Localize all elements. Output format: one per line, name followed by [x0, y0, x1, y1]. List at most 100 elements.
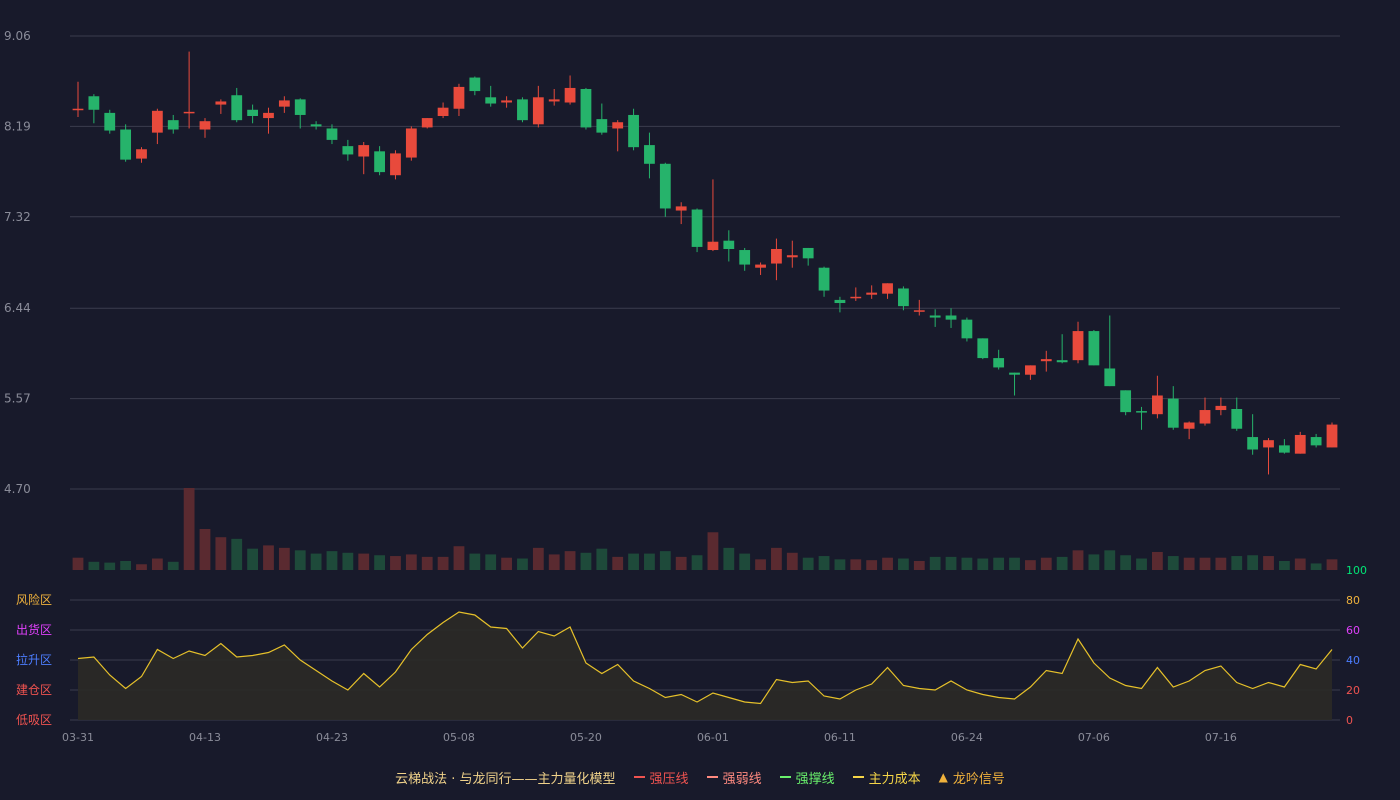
candle-body: [802, 247, 814, 259]
price-tick-label: 5.57: [4, 392, 31, 406]
volume-bar: [136, 564, 147, 570]
volume-bar: [882, 557, 893, 570]
volume-bar: [802, 557, 814, 570]
volume-bar: [421, 556, 433, 570]
candle-body: [691, 209, 703, 247]
candle-body: [564, 87, 576, 103]
candle-body: [1294, 434, 1306, 454]
chart-legend: 云梯战法 · 与龙同行——主力量化模型 强压线 强弱线 强撑线 主力成本 ▲ 龙…: [0, 766, 1400, 788]
zone-label: 风险区: [16, 592, 52, 607]
volume-bar: [437, 556, 449, 570]
volume-bar: [120, 560, 132, 570]
candle-body: [231, 95, 243, 121]
candle-body: [358, 145, 370, 157]
candle-body: [485, 97, 497, 104]
candle-body: [1136, 411, 1147, 413]
candle-body: [786, 255, 798, 258]
legend-label-strong-support: 强撑线: [795, 771, 835, 787]
candle-body: [405, 128, 417, 158]
volume-bar: [1072, 550, 1084, 570]
candle-body: [1247, 437, 1259, 450]
candle-body: [136, 149, 147, 159]
legend-label-strong-pressure: 强压线: [649, 771, 689, 787]
date-tick-label: 03-31: [62, 731, 94, 744]
candle-body: [1072, 331, 1084, 361]
price-tick-label: 4.70: [4, 482, 31, 496]
volume-bar: [532, 547, 544, 570]
price-tick-label: 9.06: [4, 29, 31, 43]
candle-body: [945, 315, 957, 320]
price-tick-label: 7.32: [4, 210, 31, 224]
volume-bar: [310, 553, 322, 570]
candle-body: [437, 107, 449, 117]
legend-item-main-cost[interactable]: 主力成本: [852, 768, 921, 787]
volume-bar: [294, 550, 306, 570]
legend-item-strong-pressure[interactable]: 强压线: [633, 768, 689, 787]
candle-body: [120, 129, 132, 160]
candle-body: [294, 99, 306, 115]
indicator-tick-label: 20: [1346, 684, 1360, 697]
candle-body: [723, 240, 735, 249]
volume-bar: [786, 552, 798, 570]
date-tick-label: 04-23: [316, 731, 348, 744]
volume-bar: [707, 532, 719, 570]
indicator-axis: 100 80 60 40 20 0: [1346, 564, 1367, 727]
volume-bar: [1025, 560, 1036, 570]
candle-body: [1104, 368, 1116, 387]
candle-body: [1120, 390, 1132, 413]
candle-body: [501, 100, 512, 103]
legend-swatch-strong-pressure: [633, 776, 645, 778]
candle-body: [1263, 440, 1274, 448]
legend-item-strength-line[interactable]: 强弱线: [706, 768, 762, 787]
candle-body: [1231, 408, 1243, 429]
volume-bar: [691, 555, 703, 570]
volume-bar: [564, 551, 576, 570]
candle-body: [1278, 445, 1290, 453]
candle-body: [961, 319, 973, 339]
zone-axis: 风险区出货区拉升区建仓区低吸区: [16, 592, 52, 727]
date-tick-label: 04-13: [189, 731, 221, 744]
zone-label: 建仓区: [16, 683, 52, 697]
legend-label-main-cost: 主力成本: [868, 771, 921, 787]
legend-title: 云梯战法 · 与龙同行——主力量化模型: [395, 771, 616, 787]
candle-body: [898, 288, 909, 307]
volume-bar: [1056, 556, 1068, 570]
volume-bar: [1088, 554, 1100, 570]
candle-body: [104, 112, 116, 131]
candle-body: [913, 310, 925, 312]
volume-bar: [1294, 558, 1306, 570]
candle-body: [1009, 372, 1020, 375]
candle-body: [517, 99, 528, 121]
price-axis: 9.06 8.19 7.32 6.44 5.57 4.70: [4, 29, 31, 496]
candle-body: [628, 114, 639, 148]
candle-body: [1183, 422, 1195, 429]
legend-item-strong-support[interactable]: 强撑线: [779, 768, 835, 787]
indicator-tick-label: 0: [1346, 714, 1353, 727]
volume-bar: [231, 538, 243, 570]
legend-item-dragon-signal[interactable]: ▲ 龙吟信号: [939, 768, 1005, 787]
legend-swatch-strength-line: [706, 776, 718, 778]
volume-bar: [167, 561, 179, 570]
volume-bar: [326, 551, 338, 570]
price-tick-label: 8.19: [4, 119, 31, 133]
date-axis: 03-31 04-13 04-23 05-08 05-20 06-01 06-11 06-24…: [62, 731, 1237, 744]
volume-bar: [612, 556, 624, 570]
legend-swatch-strong-support: [779, 776, 791, 778]
candle-body: [215, 101, 227, 105]
indicator-series: [77, 611, 1333, 720]
candle-body: [1056, 360, 1068, 363]
candle-body: [771, 248, 782, 264]
volume-bar: [580, 552, 592, 570]
volume-bar: [1167, 556, 1179, 570]
candle-body: [247, 109, 259, 117]
candle-body: [72, 108, 84, 111]
date-tick-label: 07-06: [1078, 731, 1110, 744]
volume-bar: [1310, 563, 1322, 570]
candle-body: [469, 77, 481, 92]
volume-bar: [755, 559, 766, 570]
volume-bar: [913, 560, 925, 570]
candle-body: [707, 241, 719, 251]
volume-bar: [1263, 556, 1274, 570]
candlestick-chart: 9.06 8.19 7.32 6.44 5.57 4.70 风险区出货区拉升区建仓区低吸区…: [4, 29, 1367, 744]
volume-bar: [1120, 555, 1132, 570]
